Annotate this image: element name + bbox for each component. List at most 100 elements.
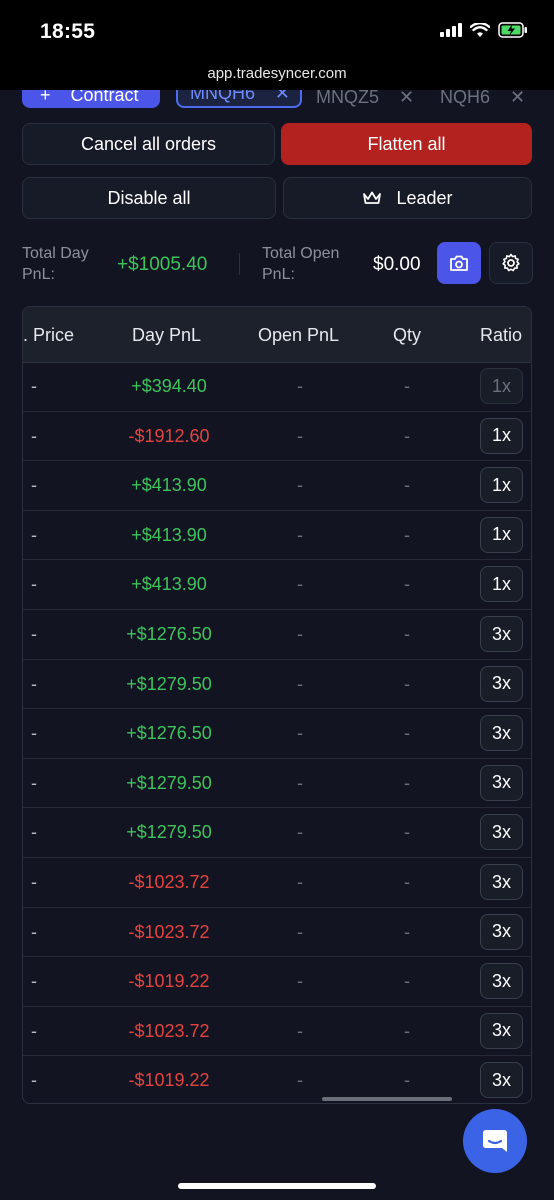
open-pnl-cell: - <box>297 524 303 545</box>
ratio-button[interactable]: 1x <box>480 566 523 603</box>
home-indicator <box>178 1183 376 1189</box>
crown-icon <box>362 191 382 205</box>
table-row: - -$1023.72- -3x <box>23 908 531 958</box>
day-pnl-cell: +$1276.50 <box>126 723 212 744</box>
day-pnl-cell: -$1912.60 <box>128 425 210 446</box>
disable-all-button[interactable]: Disable all <box>22 177 276 219</box>
total-day-pnl-label: Total Day PnL: <box>22 245 89 283</box>
day-pnl-cell: -$1023.72 <box>128 872 210 892</box>
leader-button[interactable]: Leader <box>283 177 532 219</box>
day-pnl-cell: +$394.40 <box>131 376 207 396</box>
settings-button[interactable] <box>489 242 533 284</box>
open-pnl-cell: - <box>297 971 303 992</box>
qty-cell: - <box>404 1070 410 1091</box>
open-pnl-cell: - <box>297 921 303 942</box>
ratio-button[interactable]: 3x <box>480 864 523 900</box>
ratio-button[interactable]: 1x <box>480 368 523 404</box>
close-icon[interactable]: ✕ <box>399 90 414 108</box>
table-header: . Price Day PnL Open PnL Qty Ratio <box>23 307 531 363</box>
table-row: - +$413.90- -1x <box>23 461 531 511</box>
screenshot-button[interactable] <box>437 242 481 284</box>
ratio-button[interactable]: 3x <box>480 814 523 851</box>
open-pnl-cell: - <box>297 425 303 446</box>
battery-icon <box>498 22 528 43</box>
qty-cell: - <box>404 822 410 843</box>
qty-cell: - <box>404 971 410 992</box>
day-pnl-cell: -$1019.22 <box>128 971 210 992</box>
camera-icon <box>449 254 469 272</box>
ratio-button[interactable]: 3x <box>480 963 523 1000</box>
day-pnl-cell: +$413.90 <box>131 524 207 545</box>
address-bar-url[interactable]: app.tradesyncer.com <box>0 65 554 82</box>
qty-cell: - <box>404 624 410 644</box>
qty-cell: - <box>404 772 410 793</box>
total-day-pnl-value: +$1005.40 <box>117 254 208 275</box>
ratio-button[interactable]: 3x <box>480 616 523 652</box>
table-row: - +$413.90- -1x <box>23 511 531 561</box>
table-row: - +$1276.50- -3x <box>23 610 531 660</box>
qty-cell: - <box>404 475 410 496</box>
day-pnl-cell: +$413.90 <box>131 574 207 595</box>
chat-button[interactable] <box>463 1109 527 1173</box>
qty-cell: - <box>404 872 410 892</box>
day-pnl-cell: +$1279.50 <box>126 673 212 694</box>
horizontal-scrollbar[interactable] <box>322 1097 452 1101</box>
open-pnl-cell: - <box>297 1070 303 1091</box>
ratio-button[interactable]: 3x <box>480 665 523 702</box>
signal-icon <box>440 23 462 42</box>
summary-divider <box>239 253 240 275</box>
accounts-table: . Price Day PnL Open PnL Qty Ratio - +$39… <box>22 306 532 1104</box>
gear-icon <box>501 253 521 273</box>
column-header-day-pnl: Day PnL <box>132 325 202 345</box>
table-row: - -$1023.72- -3x <box>23 1007 531 1057</box>
flatten-all-button[interactable]: Flatten all <box>281 123 532 165</box>
ratio-button[interactable]: 3x <box>480 1062 523 1099</box>
open-pnl-cell: - <box>297 574 303 595</box>
total-open-pnl-label: Total Open PnL: <box>262 245 340 283</box>
add-contract-button[interactable]: + Contract <box>22 90 160 108</box>
day-pnl-cell: -$1019.22 <box>128 1070 210 1091</box>
cancel-all-orders-button[interactable]: Cancel all orders <box>22 123 275 165</box>
day-pnl-cell: +$413.90 <box>131 475 207 496</box>
chat-icon <box>480 1126 510 1156</box>
contract-chip-active[interactable]: MNQH6 ✕ <box>176 90 302 108</box>
qty-cell: - <box>404 425 410 446</box>
table-row: - +$1276.50- -3x <box>23 709 531 759</box>
column-header-price: . Price <box>23 325 75 345</box>
qty-cell: - <box>404 376 410 396</box>
open-pnl-cell: - <box>297 624 303 644</box>
contract-chip[interactable]: MNQZ5 ✕ <box>316 90 414 110</box>
plus-icon: + <box>40 90 51 105</box>
add-contract-label: Contract <box>70 90 139 105</box>
chip-label: MNQZ5 <box>316 90 379 107</box>
table-row: - -$1019.22- -3x <box>23 1056 531 1103</box>
qty-cell: - <box>404 673 410 694</box>
ratio-button[interactable]: 3x <box>480 913 523 950</box>
table-row: - +$1279.50- -3x <box>23 759 531 809</box>
ratio-button[interactable]: 3x <box>480 764 523 801</box>
ratio-button[interactable]: 1x <box>480 417 523 454</box>
contract-chip[interactable]: NQH6 ✕ <box>440 90 525 110</box>
qty-cell: - <box>404 574 410 595</box>
close-icon[interactable]: ✕ <box>275 90 290 104</box>
open-pnl-cell: - <box>297 376 303 396</box>
table-row: - +$413.90- -1x <box>23 560 531 610</box>
ratio-button[interactable]: 1x <box>480 516 523 553</box>
open-pnl-cell: - <box>297 872 303 892</box>
ratio-button[interactable]: 3x <box>480 715 523 752</box>
qty-cell: - <box>404 723 410 744</box>
open-pnl-cell: - <box>297 673 303 694</box>
column-header-qty: Qty <box>393 325 422 345</box>
table-row: - +$1279.50- -3x <box>23 660 531 710</box>
status-time: 18:55 <box>40 20 96 43</box>
day-pnl-cell: +$1279.50 <box>126 822 212 843</box>
table-row: - -$1023.72- -3x <box>23 858 531 908</box>
ratio-button[interactable]: 1x <box>480 467 523 504</box>
wifi-icon <box>469 21 491 43</box>
ratio-button[interactable]: 3x <box>480 1012 523 1049</box>
column-header-open-pnl: Open PnL <box>258 325 340 345</box>
close-icon[interactable]: ✕ <box>510 90 525 108</box>
table-row: - +$394.40- -1x <box>23 362 531 412</box>
day-pnl-cell: -$1023.72 <box>128 1020 210 1041</box>
open-pnl-cell: - <box>297 475 303 496</box>
